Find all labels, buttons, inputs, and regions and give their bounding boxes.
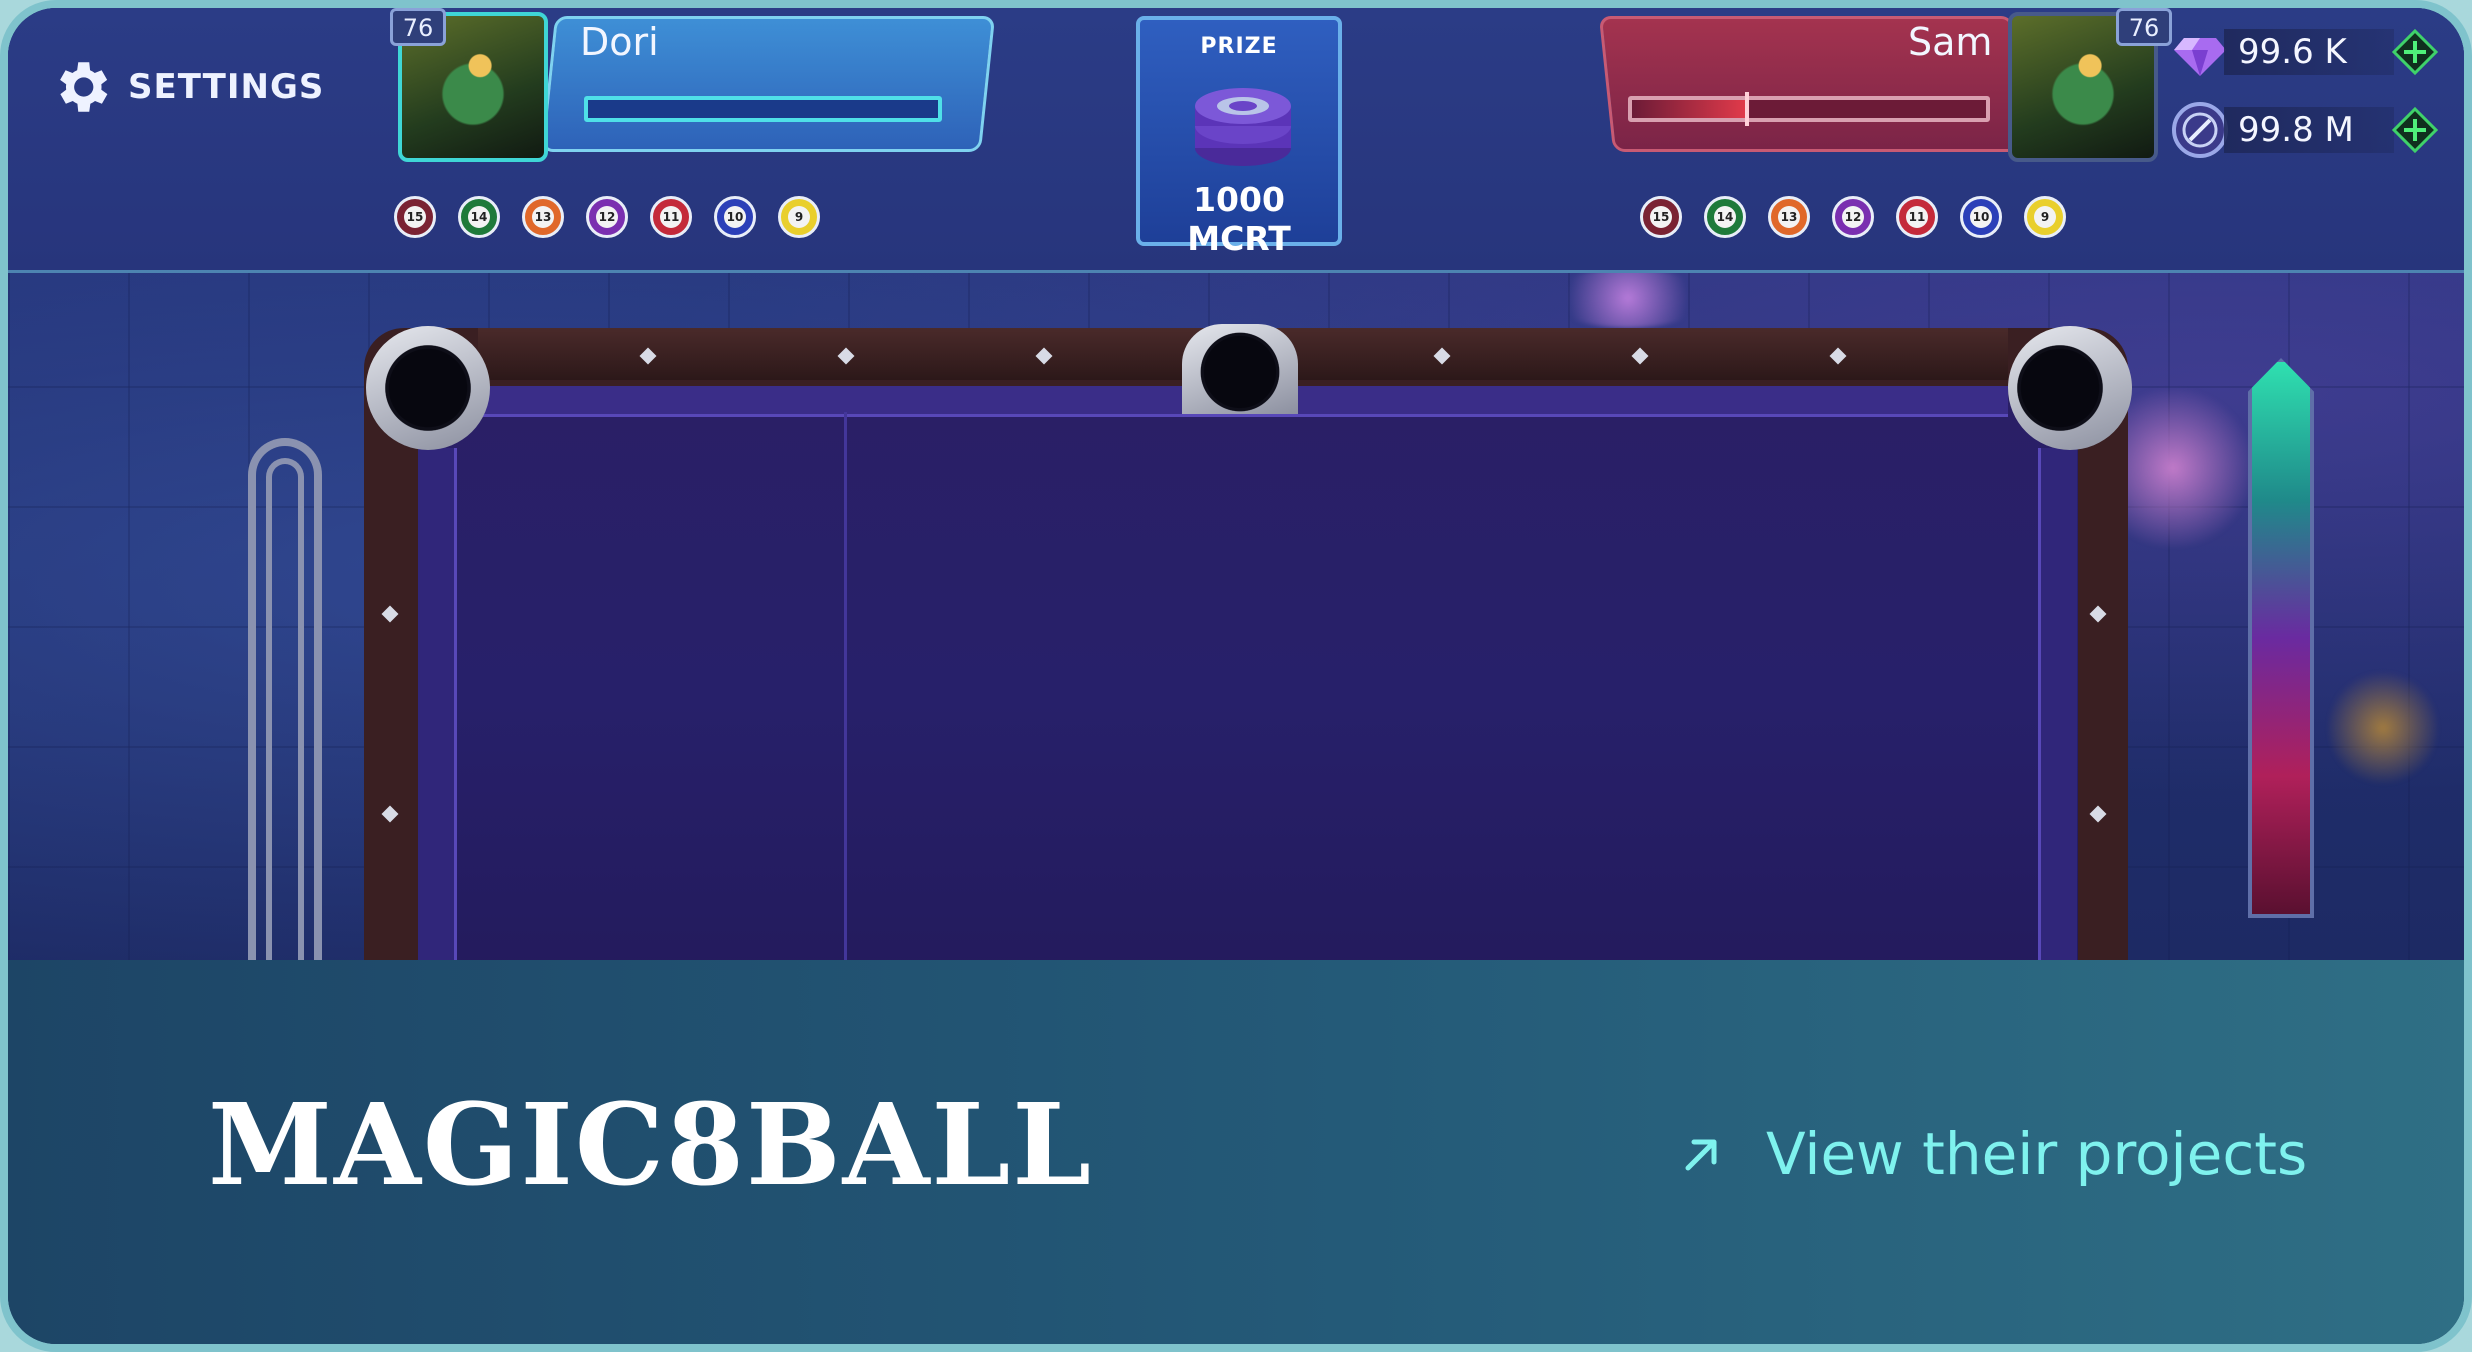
gem-balance: 99.6 K [2170, 22, 2440, 82]
ball-12: 12 [586, 196, 628, 238]
shot-power-meter[interactable] [2248, 358, 2314, 918]
studio-name: MAGIC8BALL [208, 1080, 1094, 1211]
ball-number: 13 [532, 206, 554, 228]
gear-icon [60, 62, 108, 112]
player-left-timer-bar [584, 96, 942, 122]
player-left-ball-tray: 15 14 13 12 11 10 9 [394, 196, 820, 238]
player-right-timer-marker [1745, 92, 1750, 126]
ball-10: 10 [714, 196, 756, 238]
player-left-level-badge: 76 [390, 8, 446, 46]
player-right-timer-fill [1632, 100, 1746, 118]
coin-balance-value: 99.8 M [2224, 107, 2394, 153]
table-felt[interactable] [418, 388, 2078, 960]
ball-number: 9 [2034, 206, 2056, 228]
arrow-up-right-icon [1685, 1139, 1717, 1171]
player-right-ball-tray: 15 14 13 12 11 10 9 [1640, 196, 2066, 238]
ball-9: 9 [778, 196, 820, 238]
player-right-level-badge: 76 [2116, 8, 2172, 46]
pocket-top-right [2010, 338, 2110, 438]
studio-card[interactable]: SETTINGS 76 Dori 76 Sam 15 14 13 12 11 10 9 15… [0, 0, 2472, 1352]
ball-11: 11 [650, 196, 692, 238]
prize-value: 1000 MCRT [1187, 180, 1291, 258]
ball-14: 14 [1704, 196, 1746, 238]
ball-number: 10 [1970, 206, 1992, 228]
ball-number: 12 [596, 206, 618, 228]
ball-12: 12 [1832, 196, 1874, 238]
settings-button[interactable]: SETTINGS [48, 54, 324, 120]
pocket-top-left [378, 338, 478, 438]
coin-icon [2172, 102, 2228, 158]
gem-balance-value: 99.6 K [2224, 29, 2394, 75]
player-right-name: Sam [1908, 20, 1993, 64]
cushion-right [2038, 448, 2077, 960]
prize-panel: PRIZE 1000 MCRT [1136, 16, 1342, 258]
head-string-line [844, 412, 847, 960]
ball-9: 9 [2024, 196, 2066, 238]
ball-number: 13 [1778, 206, 1800, 228]
prize-label: PRIZE [1200, 34, 1278, 59]
ball-15: 15 [394, 196, 436, 238]
ball-15: 15 [1640, 196, 1682, 238]
coin-balance: 99.8 M [2170, 100, 2440, 160]
ball-14: 14 [458, 196, 500, 238]
ball-11: 11 [1896, 196, 1938, 238]
settings-label: SETTINGS [128, 67, 325, 107]
card-footer: MAGIC8BALL View their projects [8, 960, 2464, 1344]
coral-plant [1548, 268, 1708, 328]
ball-10: 10 [1960, 196, 2002, 238]
coral-plant [2328, 668, 2438, 788]
ball-number: 15 [404, 206, 426, 228]
ball-number: 11 [660, 206, 682, 228]
ball-number: 15 [1650, 206, 1672, 228]
ball-number: 12 [1842, 206, 1864, 228]
game-screenshot: SETTINGS 76 Dori 76 Sam 15 14 13 12 11 10 9 15… [8, 8, 2464, 960]
gem-icon [2174, 38, 2226, 76]
ball-13: 13 [1768, 196, 1810, 238]
ball-13: 13 [522, 196, 564, 238]
view-projects-link[interactable]: View their projects [1680, 1120, 2307, 1188]
player-left-name: Dori [580, 20, 659, 64]
ball-number: 14 [468, 206, 490, 228]
view-projects-label: View their projects [1766, 1120, 2308, 1188]
ball-number: 11 [1906, 206, 1928, 228]
add-coins-plus-icon[interactable] [2390, 105, 2440, 155]
cushion-left [418, 448, 457, 960]
ball-number: 10 [724, 206, 746, 228]
pocket-top-middle [1194, 326, 1286, 418]
coin-stack-icon [1195, 88, 1291, 166]
cue-rack-inner [266, 458, 304, 960]
ball-number: 9 [788, 206, 810, 228]
ball-number: 14 [1714, 206, 1736, 228]
player-right-timer-bar [1628, 92, 1990, 126]
add-gems-plus-icon[interactable] [2390, 27, 2440, 77]
